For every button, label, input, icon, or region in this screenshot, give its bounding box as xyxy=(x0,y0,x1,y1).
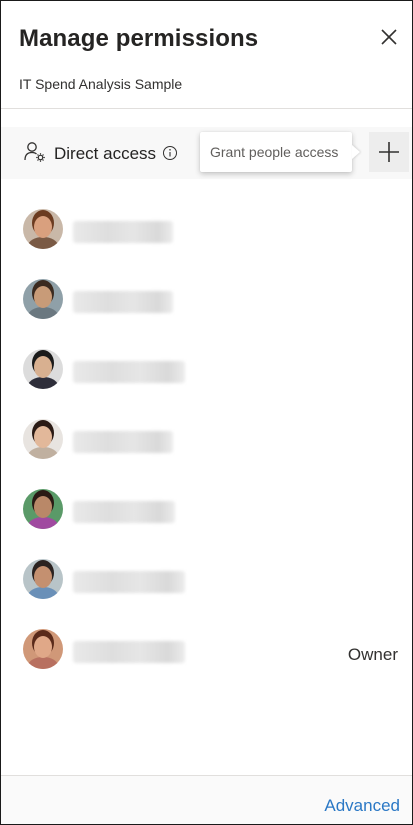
tooltip-arrow xyxy=(352,145,360,159)
advanced-link[interactable]: Advanced xyxy=(324,796,400,816)
panel-footer: Advanced xyxy=(1,775,412,824)
panel-header: Manage permissions IT Spend Analysis Sam… xyxy=(1,1,412,109)
owner-role: Owner xyxy=(347,645,398,664)
close-icon xyxy=(381,29,397,45)
list-item[interactable] xyxy=(1,549,412,609)
list-item[interactable] xyxy=(1,339,412,399)
person-name xyxy=(73,431,173,453)
list-item[interactable] xyxy=(1,199,412,259)
close-button[interactable] xyxy=(375,23,403,51)
panel-title: Manage permissions xyxy=(19,25,259,52)
grant-people-access-button[interactable] xyxy=(369,132,409,172)
avatar xyxy=(23,419,63,459)
avatar xyxy=(23,279,63,319)
person-name xyxy=(73,221,173,243)
avatar xyxy=(23,559,63,599)
person-name xyxy=(73,291,173,313)
person-name xyxy=(73,571,185,593)
manage-permissions-panel: Manage permissions IT Spend Analysis Sam… xyxy=(0,0,413,825)
grant-access-tooltip: Grant people access xyxy=(200,132,352,172)
person-name xyxy=(73,501,175,523)
list-item[interactable] xyxy=(1,479,412,539)
person-name xyxy=(73,361,185,383)
avatar xyxy=(23,349,63,389)
direct-access-label: Direct access xyxy=(54,144,157,163)
people-settings-icon xyxy=(24,142,45,162)
avatar xyxy=(23,489,63,529)
info-icon[interactable] xyxy=(162,145,178,161)
list-item[interactable] xyxy=(1,409,412,469)
person-name xyxy=(73,641,185,663)
avatar xyxy=(23,629,63,669)
report-name: IT Spend Analysis Sample xyxy=(19,76,183,92)
list-item[interactable] xyxy=(1,269,412,329)
avatar xyxy=(23,209,63,249)
list-item[interactable]: Owner xyxy=(1,619,412,679)
plus-icon xyxy=(379,142,399,162)
